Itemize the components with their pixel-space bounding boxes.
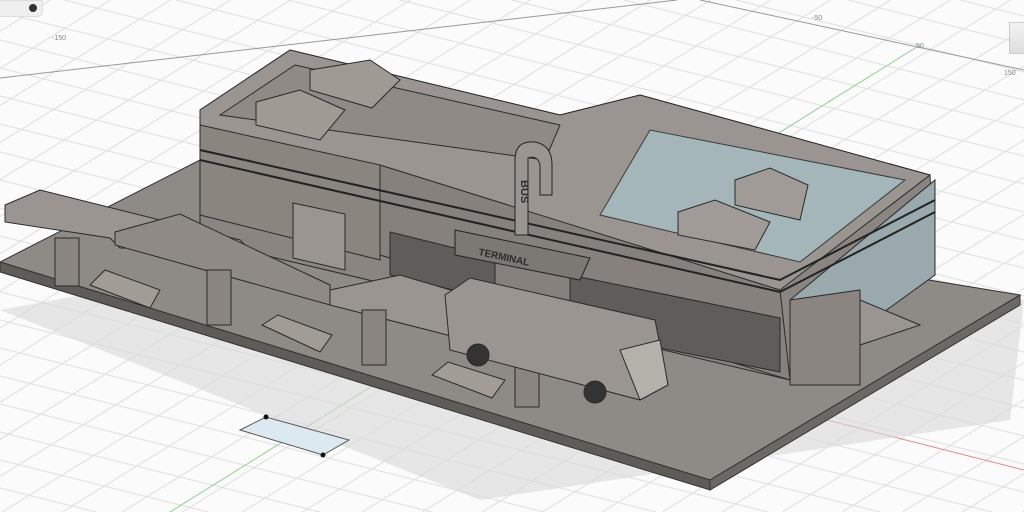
axis-label: 150 <box>1004 70 1016 77</box>
grid-line <box>623 0 1024 101</box>
sketch-point[interactable] <box>263 414 269 420</box>
grid-line <box>902 436 1024 512</box>
grid-line <box>0 0 231 143</box>
3d-viewport[interactable]: -150 -50 50 150 BUS TERMINAL <box>0 0 1024 512</box>
axis-label: -50 <box>812 15 822 22</box>
sign-letter: BUS <box>518 180 530 203</box>
menu-icon[interactable] <box>29 4 37 12</box>
axis-label: 50 <box>916 43 924 50</box>
toolbar-pill[interactable] <box>0 0 43 17</box>
grid-line <box>962 473 1024 512</box>
entrance-doors <box>292 202 346 271</box>
view-cube[interactable] <box>1009 22 1024 54</box>
side-annex <box>789 289 861 386</box>
grid-line <box>735 0 1024 73</box>
sketch-point[interactable] <box>320 452 326 458</box>
grid-line <box>0 459 209 512</box>
grid-line <box>959 0 1024 17</box>
axis-label: -150 <box>52 35 66 42</box>
